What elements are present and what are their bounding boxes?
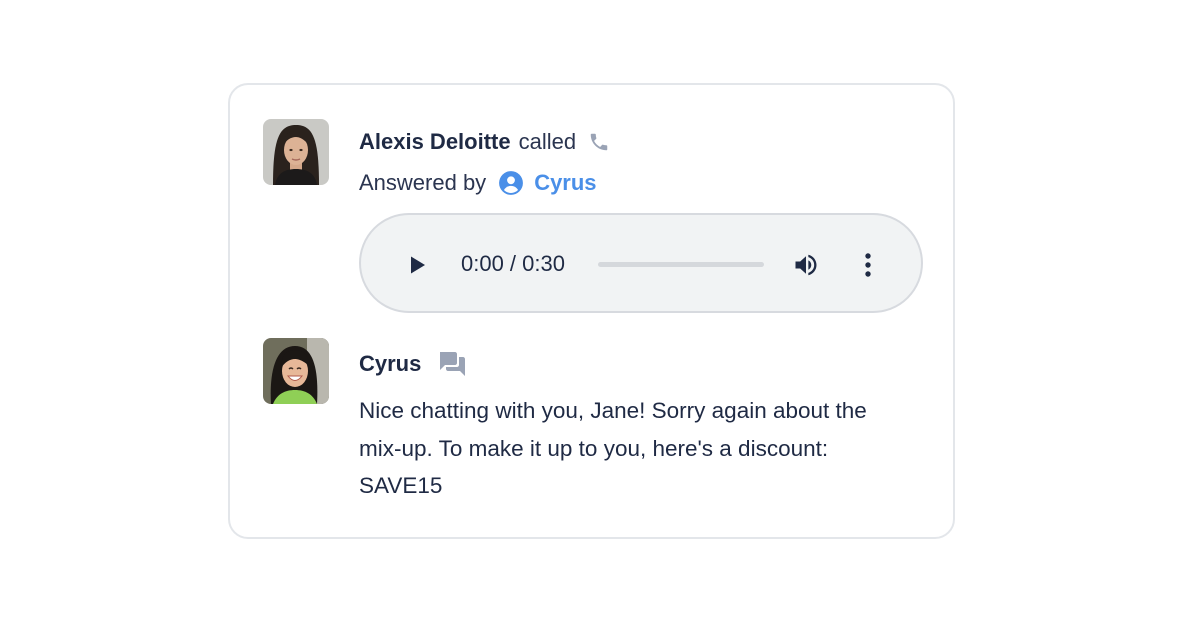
- message-text: Nice chatting with you, Jane! Sorry agai…: [359, 398, 867, 498]
- sender-avatar[interactable]: [263, 338, 329, 404]
- caller-name[interactable]: Alexis Deloitte: [359, 129, 511, 155]
- more-options-button[interactable]: [858, 250, 878, 280]
- message-header: Cyrus: [359, 349, 467, 379]
- caller-avatar[interactable]: [263, 119, 329, 185]
- phone-icon: [588, 131, 610, 153]
- answered-by-label: Answered by: [359, 170, 487, 195]
- answerer-name-link[interactable]: Cyrus: [534, 170, 596, 196]
- chat-bubbles-icon: [437, 350, 467, 378]
- call-event-line: Alexis Deloitte called: [359, 127, 610, 157]
- conversation-card: Alexis Deloitte called Answered by Cyrus…: [228, 83, 955, 539]
- playback-progress-bar[interactable]: [598, 262, 764, 267]
- call-action-text: called: [518, 129, 577, 154]
- sender-name[interactable]: Cyrus: [359, 351, 421, 377]
- volume-icon: [795, 254, 817, 276]
- volume-button[interactable]: [792, 251, 820, 279]
- playback-time: 0:00 / 0:30: [461, 251, 565, 276]
- play-icon: [411, 256, 425, 274]
- answered-by-line: Answered by Cyrus: [359, 168, 597, 198]
- call-recording-player: 0:00 / 0:30: [359, 213, 923, 313]
- play-button[interactable]: [405, 253, 429, 277]
- user-circle-icon: [498, 170, 524, 196]
- sender-avatar-image: [263, 338, 329, 404]
- more-vertical-icon: [865, 253, 871, 277]
- caller-avatar-image: [263, 119, 329, 185]
